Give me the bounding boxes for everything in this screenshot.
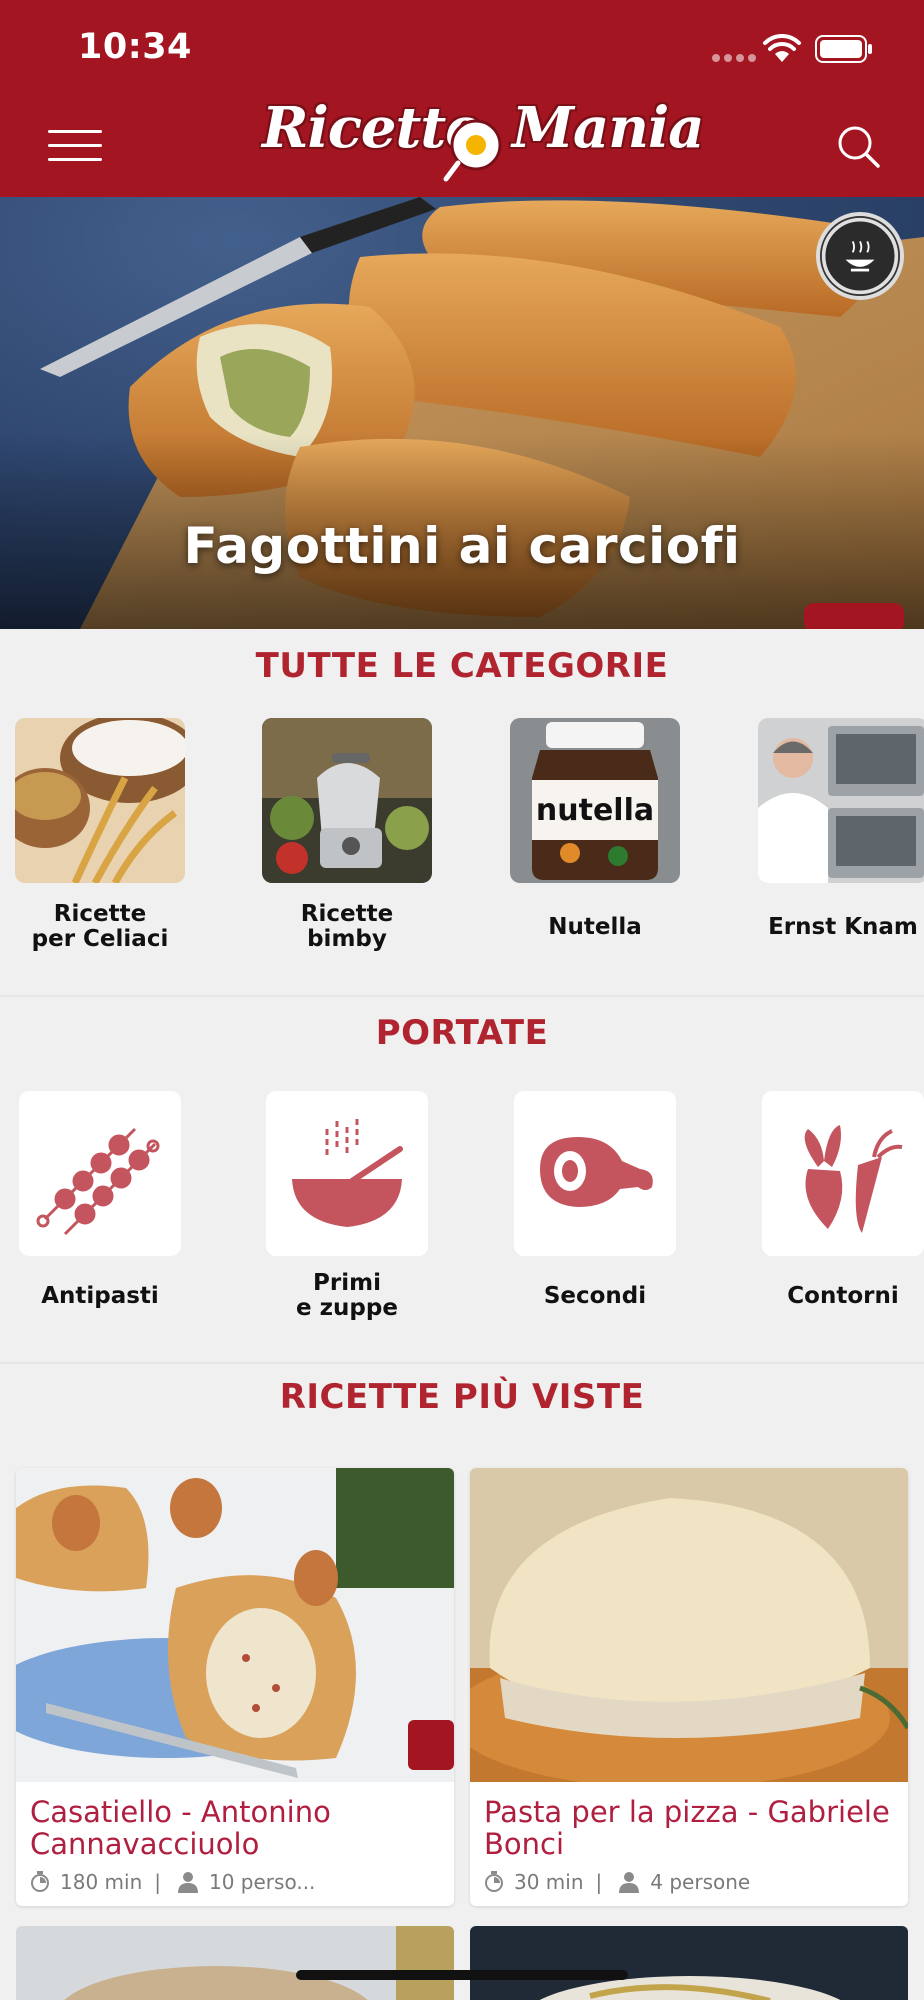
contorni-tile xyxy=(762,1091,924,1256)
course-item-contorni[interactable]: Contorni xyxy=(757,1091,924,1322)
recipe-card-pizza[interactable]: Pasta per la pizza - Gabriele Bonci 30 m… xyxy=(470,1468,908,1906)
category-label: Ricette per Celiaci xyxy=(31,901,169,952)
categories-section-title: TUTTE LE CATEGORIE xyxy=(255,646,669,686)
portate-section-title: PORTATE xyxy=(375,1013,549,1053)
course-label: Secondi xyxy=(543,1282,647,1309)
meta-separator: | xyxy=(595,1870,603,1894)
menu-button[interactable] xyxy=(48,130,102,162)
bimby-thumbnail xyxy=(262,718,432,883)
course-item-primi[interactable]: Primi e zuppe xyxy=(261,1091,433,1322)
section-divider xyxy=(0,1362,924,1364)
home-indicator[interactable] xyxy=(296,1970,628,1980)
course-item-secondi[interactable]: Secondi xyxy=(509,1091,681,1322)
secondi-tile xyxy=(514,1091,676,1256)
app-screen: 10:34 Ricette Mania Fagottini ai carciof… xyxy=(0,0,924,2000)
recipe-card-meta: 30 min | 4 persone xyxy=(470,1864,908,1906)
course-label: Antipasti xyxy=(41,1282,159,1309)
recipe-servings: 10 perso... xyxy=(209,1870,316,1894)
app-logo: Ricette Mania xyxy=(262,95,705,195)
recipe-time: 180 min xyxy=(60,1870,143,1894)
fried-egg-icon xyxy=(443,119,502,182)
recipe-time: 30 min xyxy=(514,1870,584,1894)
battery-icon xyxy=(815,35,872,63)
category-item-ernst-knam[interactable]: Ernst Knam xyxy=(757,718,924,953)
pizza-dough-photo xyxy=(470,1468,908,1788)
celiaci-thumbnail xyxy=(0,713,200,885)
person-icon xyxy=(178,1872,198,1893)
meta-separator: | xyxy=(154,1870,161,1894)
category-item-celiaci[interactable]: Ricette per Celiaci xyxy=(0,713,200,953)
status-time: 10:34 xyxy=(78,27,192,67)
casatiello-photo xyxy=(16,1468,454,1782)
category-item-nutella[interactable]: nutella Nutella xyxy=(509,718,681,953)
course-item-antipasti[interactable]: Antipasti xyxy=(14,1091,186,1322)
category-label: Ricette bimby xyxy=(300,901,394,952)
nutella-thumbnail: nutella xyxy=(510,718,680,883)
recipe-card-partial[interactable] xyxy=(470,1926,908,2000)
logo-text-right: Mania xyxy=(512,95,705,161)
recipe-card-meta: 180 min | 10 perso... xyxy=(16,1864,454,1906)
wifi-icon xyxy=(763,34,801,62)
skewers-icon xyxy=(36,1127,160,1235)
category-item-bimby[interactable]: Ricette bimby xyxy=(261,718,433,953)
ham-leg-icon xyxy=(540,1136,653,1207)
recipe-card-title: Casatiello - Antonino Cannavacciuolo xyxy=(30,1795,331,1861)
timer-icon xyxy=(485,1871,503,1892)
recipe-card-partial[interactable] xyxy=(16,1926,454,2000)
hero-recipe-title: Fagottini ai carciofi xyxy=(183,517,741,575)
course-label: Contorni xyxy=(787,1282,899,1309)
soup-bowl-icon xyxy=(292,1118,403,1227)
search-icon[interactable] xyxy=(834,122,884,172)
recipe-servings: 4 persone xyxy=(650,1870,751,1894)
category-label: Nutella xyxy=(548,913,642,940)
timer-icon xyxy=(31,1871,49,1892)
recipe-of-the-day-badge-icon xyxy=(816,212,904,300)
ernst-knam-thumbnail xyxy=(758,718,924,883)
course-label: Primi e zuppe xyxy=(296,1270,398,1321)
recipe-card-title: Pasta per la pizza - Gabriele Bonci xyxy=(484,1795,890,1861)
app-header: 10:34 Ricette Mania xyxy=(0,0,924,197)
recipe-of-the-day-hero[interactable]: Fagottini ai carciofi xyxy=(0,197,924,629)
category-label: Ernst Knam xyxy=(768,913,918,940)
vegetables-icon xyxy=(804,1124,903,1233)
primi-tile xyxy=(266,1091,428,1256)
popular-section-title: RICETTE PIÙ VISTE xyxy=(279,1377,645,1417)
recipe-card-casatiello[interactable]: Casatiello - Antonino Cannavacciuolo 180… xyxy=(16,1468,454,1906)
nutella-jar-text: nutella xyxy=(536,793,654,828)
antipasti-tile xyxy=(19,1091,181,1256)
cellular-signal-icon xyxy=(712,54,756,62)
person-icon xyxy=(619,1872,640,1893)
section-divider xyxy=(0,995,924,997)
